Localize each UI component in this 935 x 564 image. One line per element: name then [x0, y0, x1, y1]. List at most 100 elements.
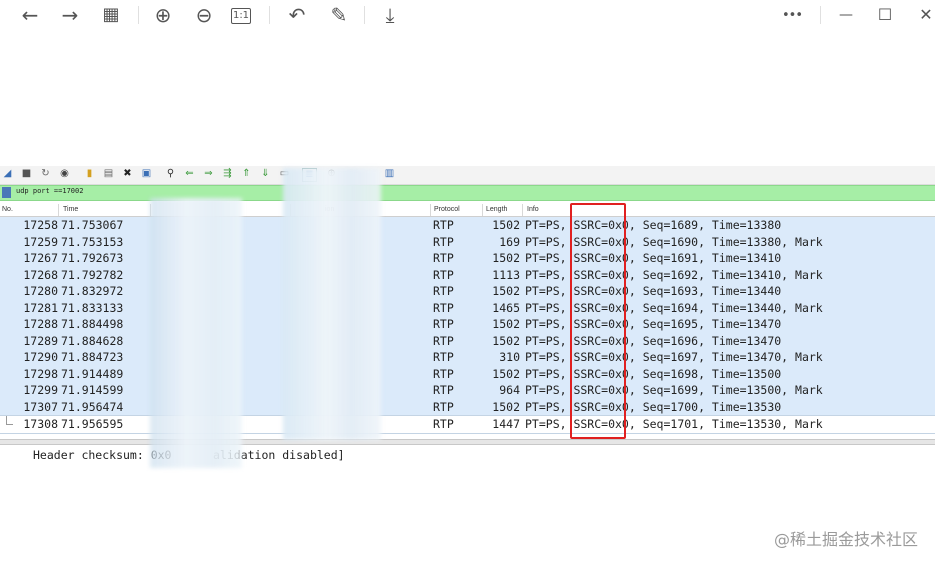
- first-packet-icon[interactable]: ⇑: [241, 168, 252, 180]
- packet-length: 964: [499, 383, 520, 397]
- packet-length: 1502: [492, 366, 520, 381]
- packet-length: 1447: [492, 417, 520, 431]
- column-time[interactable]: Time: [63, 206, 78, 213]
- related-packet-marker: [6, 416, 13, 425]
- bookmark-icon[interactable]: [2, 187, 11, 198]
- go-back-icon[interactable]: ⇐: [184, 168, 195, 180]
- maximize-icon[interactable]: ☐: [871, 3, 899, 27]
- table-row[interactable]: 17308 71.956595 RTP 1447 PT=PS, SSRC=0x0, Se…: [0, 415, 935, 434]
- table-row[interactable]: 17258 71.753067 RTP 1502 PT=PS, SSRC=0x0, Se…: [0, 217, 935, 234]
- packet-length: 1502: [492, 333, 520, 348]
- packet-protocol: RTP: [433, 300, 454, 315]
- restart-icon[interactable]: ↻: [40, 168, 51, 180]
- column-divider: [522, 204, 523, 216]
- packet-length: 1502: [492, 284, 520, 298]
- shark-fin-icon[interactable]: ◢: [2, 168, 13, 180]
- packet-time: 71.884628: [61, 333, 124, 348]
- packet-time: 71.956595: [61, 417, 124, 431]
- packet-list: 17258 71.753067 RTP 1502 PT=PS, SSRC=0x0, Se…: [0, 217, 935, 434]
- table-row[interactable]: 17267 71.792673 RTP 1502 PT=PS, SSRC=0x0, Se…: [0, 250, 935, 267]
- packet-length: 169: [499, 234, 520, 249]
- find-icon[interactable]: ⚲: [165, 168, 176, 180]
- save-file-icon[interactable]: ▤: [103, 168, 114, 180]
- packet-protocol: RTP: [433, 317, 454, 331]
- open-file-icon[interactable]: ▮: [84, 168, 95, 180]
- actual-size-icon[interactable]: 1:1: [231, 8, 251, 24]
- packet-info: PT=PS, SSRC=0x0, Seq=1698, Time=13500: [525, 366, 782, 381]
- toolbar-divider: [269, 6, 270, 24]
- packet-length: 1502: [492, 251, 520, 265]
- packet-number: 17289: [23, 333, 58, 348]
- table-row[interactable]: 17298 71.914489 RTP 1502 PT=PS, SSRC=0x0, Se…: [0, 365, 935, 382]
- watermark: @稀土掘金技术社区: [773, 530, 918, 549]
- zoom-out-icon[interactable]: ⊖: [190, 3, 218, 27]
- table-row[interactable]: 17259 71.753153 RTP 169 PT=PS, SSRC=0x0, Seq…: [0, 233, 935, 250]
- packet-time: 71.914489: [61, 366, 124, 381]
- back-icon[interactable]: ←: [16, 3, 44, 27]
- table-row[interactable]: 17290 71.884723 RTP 310 PT=PS, SSRC=0x0, Seq…: [0, 349, 935, 366]
- pane-splitter[interactable]: [0, 439, 935, 445]
- packet-info: PT=PS, SSRC=0x0, Seq=1700, Time=13530: [525, 399, 782, 414]
- column-protocol[interactable]: Protocol: [434, 206, 460, 213]
- viewer-toolbar: ← → ▦ ⊕ ⊖ 1:1 ↶ ✎ ⤓ ••• — ☐ ✕: [0, 0, 935, 32]
- zoom-in-icon[interactable]: ⊕: [149, 3, 177, 27]
- stop-icon[interactable]: ■: [21, 168, 32, 180]
- close-icon[interactable]: ✕: [912, 3, 935, 27]
- minimize-icon[interactable]: —: [832, 3, 860, 27]
- packet-protocol: RTP: [433, 366, 454, 381]
- packet-time: 71.956474: [61, 399, 124, 414]
- display-filter-input[interactable]: udp port ==17002: [16, 187, 83, 195]
- column-divider: [482, 204, 483, 216]
- redaction-mask: [150, 198, 242, 468]
- toolbar-divider: [138, 6, 139, 24]
- table-row[interactable]: 17289 71.884628 RTP 1502 PT=PS, SSRC=0x0, Se…: [0, 332, 935, 349]
- reload-icon[interactable]: ▣: [141, 168, 152, 180]
- forward-icon[interactable]: →: [56, 3, 84, 27]
- packet-protocol: RTP: [433, 267, 454, 282]
- packet-time: 71.792782: [61, 267, 124, 282]
- packet-info: PT=PS, SSRC=0x0, Seq=1689, Time=13380: [525, 218, 782, 232]
- packet-time: 71.792673: [61, 251, 124, 265]
- table-row[interactable]: 17268 71.792782 RTP 1113 PT=PS, SSRC=0x0, Se…: [0, 266, 935, 283]
- more-icon[interactable]: •••: [778, 3, 806, 27]
- rotate-icon[interactable]: ↶: [283, 3, 311, 27]
- close-file-icon[interactable]: ✖: [122, 168, 133, 180]
- toolbar-divider: [820, 6, 821, 24]
- table-row[interactable]: 17288 71.884498 RTP 1502 PT=PS, SSRC=0x0, Se…: [0, 316, 935, 333]
- resize-columns-icon[interactable]: ▥: [384, 168, 395, 180]
- ssrc-highlight-box: [570, 203, 626, 439]
- go-forward-icon[interactable]: ⇒: [203, 168, 214, 180]
- table-row[interactable]: 17307 71.956474 RTP 1502 PT=PS, SSRC=0x0, Se…: [0, 398, 935, 415]
- packet-time: 71.914599: [61, 383, 124, 397]
- packet-length: 1113: [492, 267, 520, 282]
- column-no[interactable]: No.: [2, 206, 13, 213]
- grid-view-icon[interactable]: ▦: [97, 3, 125, 27]
- download-icon[interactable]: ⤓: [376, 3, 404, 27]
- packet-number: 17288: [23, 317, 58, 331]
- packet-number: 17267: [23, 251, 58, 265]
- table-row[interactable]: 17281 71.833133 RTP 1465 PT=PS, SSRC=0x0, Se…: [0, 299, 935, 316]
- edit-icon[interactable]: ✎: [325, 3, 353, 27]
- packet-number: 17259: [23, 234, 58, 249]
- packet-length: 1502: [492, 399, 520, 414]
- options-icon[interactable]: ◉: [59, 168, 70, 180]
- packet-info: PT=PS, SSRC=0x0, Seq=1695, Time=13470: [525, 317, 782, 331]
- go-to-packet-icon[interactable]: ⇶: [222, 168, 233, 180]
- packet-info: PT=PS, SSRC=0x0, Seq=1696, Time=13470: [525, 333, 782, 348]
- packet-time: 71.884723: [61, 350, 124, 364]
- wireshark-window: ◢ ■ ↻ ◉ ▮ ▤ ✖ ▣ ⚲ ⇐ ⇒ ⇶ ⇑ ⇓ ▭ ≣ ⊕ ▥ udp …: [0, 166, 935, 456]
- packet-number: 17290: [23, 350, 58, 364]
- table-row[interactable]: 17280 71.832972 RTP 1502 PT=PS, SSRC=0x0, Se…: [0, 283, 935, 300]
- column-length[interactable]: Length: [486, 206, 507, 213]
- packet-protocol: RTP: [433, 251, 454, 265]
- packet-protocol: RTP: [433, 417, 454, 431]
- packet-info: PT=PS, SSRC=0x0, Seq=1691, Time=13410: [525, 251, 782, 265]
- packet-time: 71.753153: [61, 234, 124, 249]
- packet-number: 17258: [23, 218, 58, 232]
- last-packet-icon[interactable]: ⇓: [260, 168, 271, 180]
- packet-length: 1465: [492, 300, 520, 315]
- column-info[interactable]: Info: [527, 206, 539, 213]
- packet-info: PT=PS, SSRC=0x0, Seq=1693, Time=13440: [525, 284, 782, 298]
- display-filter-bar[interactable]: udp port ==17002: [0, 185, 935, 201]
- table-row[interactable]: 17299 71.914599 RTP 964 PT=PS, SSRC=0x0, Seq…: [0, 382, 935, 399]
